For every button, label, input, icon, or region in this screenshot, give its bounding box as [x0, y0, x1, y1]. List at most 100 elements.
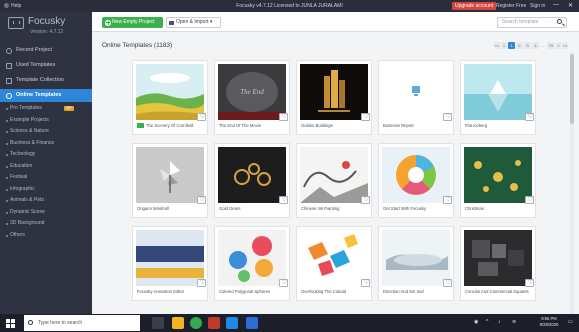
heart-icon[interactable] [197, 113, 206, 121]
template-label: Business Report [383, 123, 414, 128]
template-card[interactable]: The End The End Of The Movie [214, 60, 290, 135]
category-label: Animals & Pets [10, 197, 44, 203]
register-link[interactable]: Register Free [496, 3, 526, 9]
category-business-finance[interactable]: Business & Finance [0, 138, 92, 150]
template-label: Concise And Commercial Squares [465, 289, 529, 294]
category-label: Pro Templates [10, 105, 42, 111]
template-card[interactable]: The Scenery Of Cornfield [132, 60, 208, 135]
sidebar-item-recent-project[interactable]: Recent Project [0, 44, 92, 57]
category-label: Example Projects [10, 117, 49, 123]
pager-page-2[interactable]: 2 [516, 42, 523, 49]
category-education[interactable]: Education [0, 161, 92, 173]
heart-icon[interactable] [197, 196, 206, 204]
chrome-icon[interactable] [190, 317, 202, 329]
close-icon[interactable]: ✕ [568, 2, 573, 9]
focusky-logo-icon [8, 17, 24, 29]
minimize-icon[interactable]: — [553, 2, 559, 8]
template-thumbnail [464, 64, 532, 120]
heart-icon[interactable] [279, 113, 288, 121]
heart-icon[interactable] [361, 196, 370, 204]
tray-up-arrow-icon[interactable]: ^ [486, 319, 488, 325]
pager-page-4[interactable]: 4 [532, 42, 539, 49]
bullet-icon [6, 154, 8, 156]
open-import-button[interactable]: Open & Import ▾ [166, 17, 221, 28]
new-empty-project-button[interactable]: New Empty Project [102, 17, 163, 28]
plus-icon [105, 19, 111, 26]
task-view-icon[interactable] [152, 317, 164, 329]
version-label: Version: 4.7.12 [30, 29, 64, 35]
template-card[interactable]: Get Start With Focusky [378, 143, 454, 218]
heart-icon[interactable] [525, 279, 534, 287]
taskbar-search-input[interactable]: Type here to search [24, 315, 140, 331]
heart-icon[interactable] [279, 279, 288, 287]
heart-icon[interactable] [525, 196, 534, 204]
scrollbar-thumb[interactable] [570, 54, 574, 124]
template-card[interactable]: Gold Gears [214, 143, 290, 218]
template-label: Colored Polygonal Spheres [219, 289, 270, 294]
template-card[interactable]: Direction And Set Sail [378, 226, 454, 301]
heart-icon[interactable] [443, 113, 452, 121]
category-infographic[interactable]: Infographic [0, 184, 92, 196]
category-dynamic-scene[interactable]: Dynamic Scene [0, 207, 92, 219]
vertical-scrollbar[interactable] [570, 52, 574, 314]
category-example-projects[interactable]: Example Projects [0, 115, 92, 127]
template-card[interactable]: Concise And Commercial Squares [460, 226, 536, 301]
pager-next[interactable]: > [556, 42, 561, 49]
template-label: Origami Windmill [137, 206, 169, 211]
heart-icon[interactable] [525, 113, 534, 121]
pager-last[interactable]: >> [562, 42, 568, 49]
app-icon[interactable] [208, 317, 220, 329]
heart-icon[interactable] [197, 279, 206, 287]
sidebar: Focusky Version: 4.7.12 Recent Project U… [0, 12, 92, 314]
template-card[interactable]: Colored Polygonal Spheres [214, 226, 290, 301]
sidebar-item-used-templates[interactable]: Used Templates [0, 59, 92, 72]
taskbar-clock[interactable]: 9:55 PM 9/28/2020 [534, 316, 564, 328]
template-card[interactable]: Overlooking The Cuboid [296, 226, 372, 301]
category-festival[interactable]: Festival [0, 172, 92, 184]
sidebar-item-template-collection[interactable]: Template Collection [0, 74, 92, 87]
svg-text:The End: The End [240, 88, 264, 96]
heart-icon[interactable] [443, 279, 452, 287]
search-icon[interactable] [557, 19, 562, 24]
template-card[interactable]: Origami Windmill [132, 143, 208, 218]
category-technology[interactable]: Technology [0, 149, 92, 161]
heart-icon[interactable] [361, 113, 370, 121]
pager-page-last[interactable]: 79 [547, 42, 555, 49]
volume-icon[interactable]: ♪ [498, 319, 501, 325]
template-card[interactable]: Focusky Animation Editor [132, 226, 208, 301]
sidebar-item-online-templates[interactable]: Online Templates [0, 89, 92, 102]
category-others[interactable]: Others [0, 230, 92, 242]
category-science-nature[interactable]: Science & Nature [0, 126, 92, 138]
folder-icon [169, 20, 174, 25]
template-card[interactable]: Golden Buildings [296, 60, 372, 135]
heart-icon[interactable] [361, 279, 370, 287]
heart-icon[interactable] [443, 196, 452, 204]
bullet-icon [6, 212, 8, 214]
heart-icon[interactable] [279, 196, 288, 204]
category-animals-pets[interactable]: Animals & Pets [0, 195, 92, 207]
file-explorer-icon[interactable] [172, 317, 184, 329]
category-pro-templates[interactable]: Pro Templates VIP [0, 103, 92, 115]
template-card[interactable]: Christmas [460, 143, 536, 218]
pager-ellipsis: ... [541, 43, 545, 48]
template-label: Overlooking The Cuboid [301, 289, 347, 294]
powerpoint-icon[interactable] [246, 317, 258, 329]
network-icon[interactable]: ◉ [474, 319, 478, 325]
focusky-taskbar-icon[interactable] [226, 317, 238, 329]
sign-in-link[interactable]: Sign in [530, 3, 545, 9]
notification-icon[interactable]: ▭ [568, 319, 573, 325]
template-thumbnail [136, 230, 204, 286]
bullet-icon [6, 200, 8, 202]
category-label: Infographic [10, 186, 35, 192]
category-3d-background[interactable]: 3D Background [0, 218, 92, 230]
template-card[interactable]: Chinese Ink Painting [296, 143, 372, 218]
pager-first[interactable]: << [494, 42, 500, 49]
upgrade-button[interactable]: Upgrade account [452, 2, 497, 10]
template-card[interactable]: Flat Iceberg [460, 60, 536, 135]
template-card[interactable]: Business Report [378, 60, 454, 135]
windows-start-icon[interactable] [6, 319, 15, 328]
pager-prev[interactable]: < [501, 42, 507, 49]
wifi-icon[interactable]: ≋ [512, 319, 516, 325]
pager-page-1[interactable]: 1 [508, 42, 515, 49]
pager-page-3[interactable]: 3 [524, 42, 531, 49]
